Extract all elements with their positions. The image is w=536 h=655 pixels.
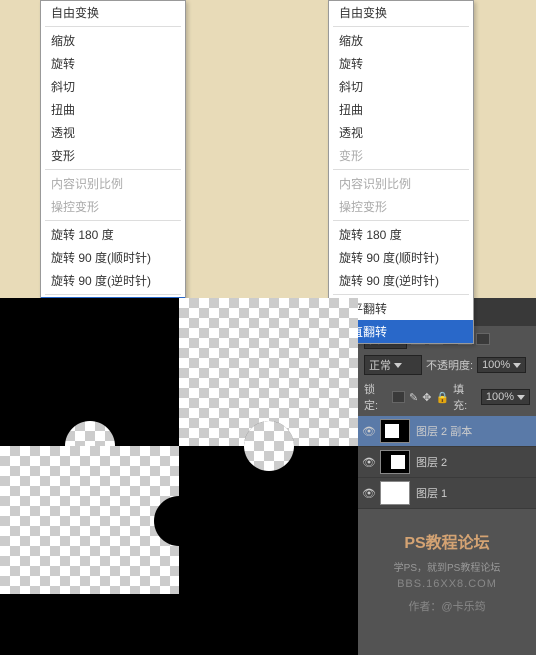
menu-free-transform[interactable]: 自由变换 [41,1,185,24]
layer-thumbnail[interactable] [380,419,410,443]
menu-puppet-warp: 操控变形 [329,195,473,218]
layer-row[interactable]: 👁 图层 2 [358,447,536,478]
chevron-down-icon [517,395,525,400]
context-menu-left: 自由变换 缩放 旋转 斜切 扭曲 透视 变形 内容识别比例 操控变形 旋转 18… [40,0,186,344]
menu-perspective[interactable]: 透视 [41,121,185,144]
menu-content-aware: 内容识别比例 [329,172,473,195]
menu-distort[interactable]: 扭曲 [41,98,185,121]
menu-rotate-90-ccw[interactable]: 旋转 90 度(逆时针) [41,269,185,292]
opacity-label: 不透明度: [426,357,473,373]
canvas-area[interactable] [0,298,358,655]
layer-thumbnail[interactable] [380,481,410,505]
promo-watermark: PS教程论坛 学PS，就到PS教程论坛 BBS.16XX8.COM 作者：@卡乐… [358,509,536,634]
menu-rotate[interactable]: 旋转 [329,52,473,75]
menu-perspective[interactable]: 透视 [329,121,473,144]
layer-name[interactable]: 图层 2 [416,454,447,470]
menu-scale[interactable]: 缩放 [41,29,185,52]
menu-rotate-90-ccw[interactable]: 旋转 90 度(逆时针) [329,269,473,292]
visibility-icon[interactable]: 👁 [362,425,374,438]
puzzle-piece-top-left [0,298,179,446]
layer-list: 👁 图层 2 副本 👁 图层 2 👁 图层 1 [358,416,536,509]
menu-scale[interactable]: 缩放 [329,29,473,52]
context-menu-right: 自由变换 缩放 旋转 斜切 扭曲 透视 变形 内容识别比例 操控变形 旋转 18… [328,0,474,344]
puzzle-piece-bottom-left [0,446,179,594]
layer-row[interactable]: 👁 图层 2 副本 [358,416,536,447]
menu-skew[interactable]: 斜切 [329,75,473,98]
menu-separator [45,294,181,295]
lock-position-icon[interactable]: ✥ [422,391,431,404]
fill-input[interactable]: 100% [481,389,530,405]
chevron-down-icon [513,363,521,368]
menu-free-transform[interactable]: 自由变换 [329,1,473,24]
menu-distort[interactable]: 扭曲 [329,98,473,121]
promo-url: BBS.16XX8.COM [366,578,528,590]
lock-row: 锁定: ✎ ✥ 🔒 填充: 100% [358,378,536,416]
menu-rotate-180[interactable]: 旋转 180 度 [329,223,473,246]
puzzle-piece-bottom-right [179,446,358,594]
top-background: 自由变换 缩放 旋转 斜切 扭曲 透视 变形 内容识别比例 操控变形 旋转 18… [0,0,536,298]
filter-smart-icon[interactable] [476,333,490,345]
menu-rotate-90-cw[interactable]: 旋转 90 度(顺时针) [41,246,185,269]
promo-subtitle: 学PS，就到PS教程论坛 [366,559,528,574]
blend-mode-select[interactable]: 正常 [364,355,422,375]
menu-rotate-90-cw[interactable]: 旋转 90 度(顺时针) [329,246,473,269]
promo-author: 作者：@卡乐筠 [366,598,528,614]
menu-skew[interactable]: 斜切 [41,75,185,98]
menu-separator [45,169,181,170]
opacity-input[interactable]: 100% [477,357,526,373]
fill-label: 填充: [453,381,477,413]
layer-row[interactable]: 👁 图层 1 [358,478,536,509]
canvas-bottom-strip [0,594,358,655]
menu-separator [45,26,181,27]
chevron-down-icon [394,363,402,368]
menu-separator [45,220,181,221]
menu-separator [333,26,469,27]
layers-panel: 图层 类型 T 正常 不透明度: 100% 锁定: ✎ ✥ 🔒 填充: 100%… [358,298,536,655]
layer-name[interactable]: 图层 2 副本 [416,423,472,439]
menu-rotate-180[interactable]: 旋转 180 度 [41,223,185,246]
menu-warp[interactable]: 变形 [41,144,185,167]
lock-label: 锁定: [364,381,388,413]
menu-content-aware: 内容识别比例 [41,172,185,195]
lock-all-icon[interactable]: 🔒 [435,391,449,404]
menu-puppet-warp: 操控变形 [41,195,185,218]
bottom-section: 图层 类型 T 正常 不透明度: 100% 锁定: ✎ ✥ 🔒 填充: 100%… [0,298,536,655]
menu-separator [333,294,469,295]
menu-rotate[interactable]: 旋转 [41,52,185,75]
layer-thumbnail[interactable] [380,450,410,474]
layer-name[interactable]: 图层 1 [416,485,447,501]
lock-image-icon[interactable]: ✎ [409,391,418,404]
promo-title: PS教程论坛 [366,529,528,553]
menu-separator [333,220,469,221]
visibility-icon[interactable]: 👁 [362,487,374,500]
blend-row: 正常 不透明度: 100% [358,352,536,378]
visibility-icon[interactable]: 👁 [362,456,374,469]
lock-transparent-icon[interactable] [392,391,405,403]
menu-warp: 变形 [329,144,473,167]
menu-separator [333,169,469,170]
